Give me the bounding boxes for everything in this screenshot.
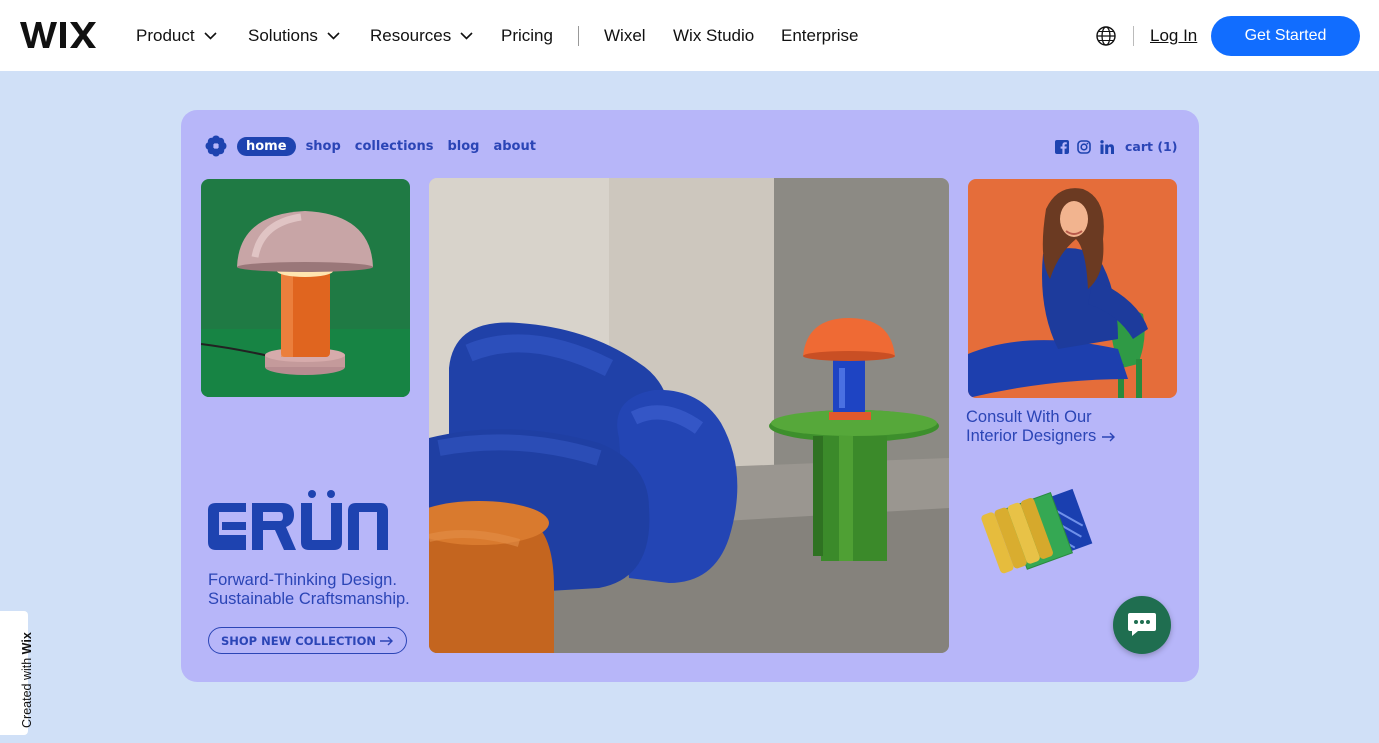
site-nav-shop[interactable]: shop <box>306 139 341 154</box>
nav-product[interactable]: Product <box>136 25 217 47</box>
login-link[interactable]: Log In <box>1150 25 1197 47</box>
shop-new-collection-button[interactable]: SHOP NEW COLLECTION <box>208 627 407 654</box>
product-samples-photo <box>981 488 1093 574</box>
site-nav: home shop collections blog about <box>205 135 550 157</box>
nav-enterprise-label: Enterprise <box>781 26 859 45</box>
site-nav-collections[interactable]: collections <box>355 139 434 154</box>
chevron-down-icon <box>204 32 217 40</box>
site-nav-home[interactable]: home <box>237 136 296 156</box>
badge-brand: Wix <box>20 632 34 655</box>
linkedin-icon[interactable] <box>1100 140 1114 154</box>
badge-prefix: Created with <box>20 654 34 728</box>
pink-mushroom-lamp-photo <box>201 179 410 397</box>
consult-designers-link[interactable]: Consult With Our Interior Designers <box>966 408 1116 446</box>
top-navigation: Product Solutions Resources Pricing Wixe… <box>0 0 1379 71</box>
nav-wixel-label: Wixel <box>604 26 646 45</box>
created-with-wix-badge[interactable]: Created with Wix <box>0 611 34 735</box>
globe-icon[interactable] <box>1095 25 1117 47</box>
chat-button[interactable] <box>1113 596 1171 654</box>
nav-divider <box>1133 26 1134 46</box>
created-with-wix-text: Created with Wix <box>20 632 34 728</box>
wix-logo[interactable] <box>20 18 96 52</box>
nav-divider <box>578 26 579 46</box>
shop-button-label: SHOP NEW COLLECTION <box>221 633 376 648</box>
get-started-button[interactable]: Get Started <box>1211 16 1360 56</box>
cart-link[interactable]: cart (1) <box>1125 139 1177 154</box>
brand-tagline: Forward-Thinking Design. Sustainable Cra… <box>208 571 410 609</box>
nav-enterprise[interactable]: Enterprise <box>781 25 858 47</box>
nav-product-label: Product <box>136 26 195 45</box>
nav-wix-studio-label: Wix Studio <box>673 26 755 45</box>
woman-in-blue-sweater-photo <box>968 179 1177 398</box>
blue-sofa-living-room-photo <box>429 178 949 653</box>
nav-resources[interactable]: Resources <box>370 25 473 47</box>
nav-wix-studio[interactable]: Wix Studio <box>673 25 754 47</box>
consult-line2: Interior Designers <box>966 427 1097 445</box>
flower-logo-icon[interactable] <box>205 135 227 157</box>
nav-solutions-label: Solutions <box>248 26 318 45</box>
facebook-icon[interactable] <box>1055 140 1069 154</box>
nav-wixel[interactable]: Wixel <box>604 25 646 47</box>
nav-pricing-label: Pricing <box>501 26 553 45</box>
site-nav-about[interactable]: about <box>493 139 535 154</box>
chevron-down-icon <box>460 32 473 40</box>
gruen-brand-logo <box>208 490 388 550</box>
nav-solutions[interactable]: Solutions <box>248 25 340 47</box>
arrow-right-icon <box>1102 432 1116 441</box>
nav-pricing[interactable]: Pricing <box>501 25 553 47</box>
tagline-line2: Sustainable Craftsmanship. <box>208 590 410 608</box>
chat-bubble-icon <box>1128 613 1156 636</box>
arrow-right-icon <box>379 636 393 645</box>
site-nav-blog[interactable]: blog <box>447 139 479 154</box>
chevron-down-icon <box>327 32 340 40</box>
tagline-line1: Forward-Thinking Design. <box>208 571 397 589</box>
template-showcase: home shop collections blog about cart (1… <box>181 110 1199 682</box>
nav-resources-label: Resources <box>370 26 452 45</box>
consult-line1: Consult With Our <box>966 408 1092 426</box>
instagram-icon[interactable] <box>1077 140 1091 154</box>
